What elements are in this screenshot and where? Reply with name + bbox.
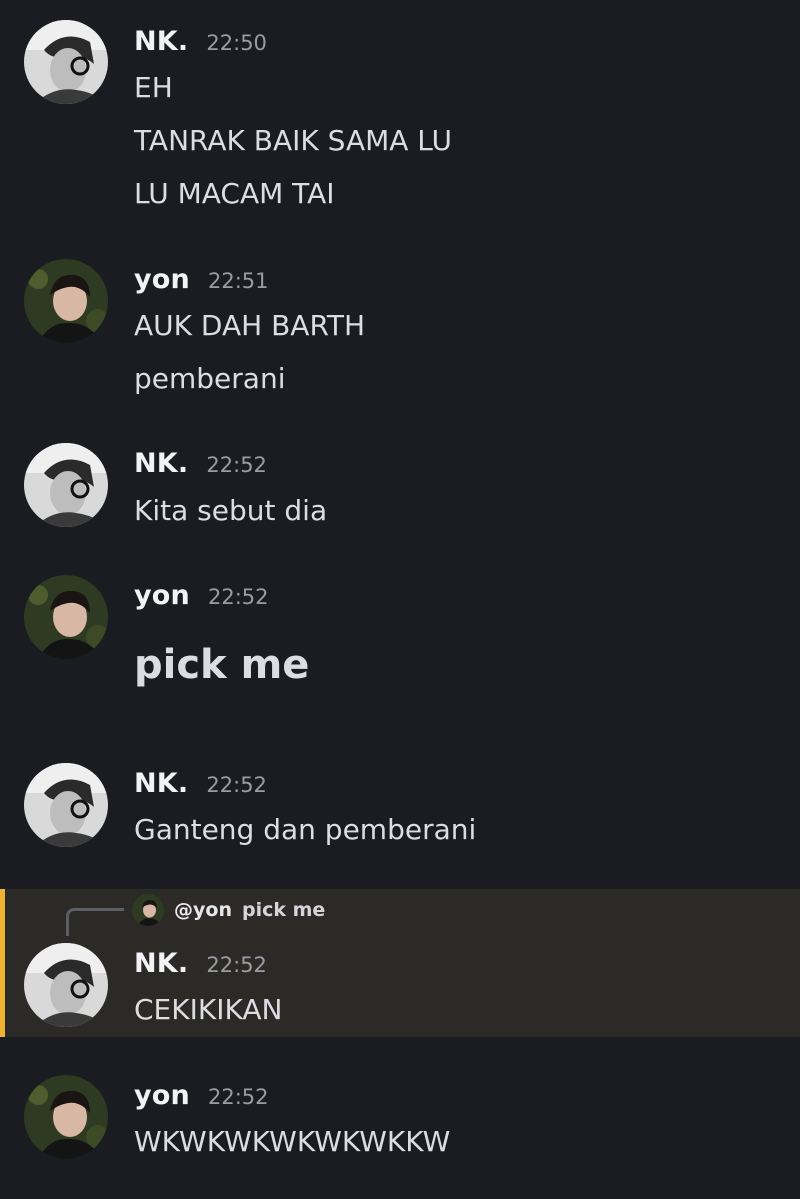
message-author[interactable]: yon bbox=[134, 580, 190, 611]
message-author[interactable]: NK. bbox=[134, 26, 188, 57]
yon-avatar-icon bbox=[132, 894, 164, 926]
mention-accent-bar bbox=[0, 889, 5, 1037]
yon-avatar-icon[interactable] bbox=[24, 1075, 108, 1159]
message-text-heading: pick me bbox=[134, 642, 310, 688]
message-timestamp: 22:52 bbox=[207, 585, 269, 609]
message-text: LU MACAM TAI bbox=[134, 177, 335, 210]
message-timestamp: 22:52 bbox=[206, 773, 267, 797]
yon-avatar-icon[interactable] bbox=[24, 259, 108, 343]
message-timestamp: 22:52 bbox=[207, 1085, 269, 1109]
nk-avatar-icon[interactable] bbox=[24, 20, 108, 104]
nk-avatar-icon[interactable] bbox=[24, 443, 108, 527]
message-text: WKWKWKWKWKWKKW bbox=[134, 1125, 451, 1158]
message-text: pemberani bbox=[134, 362, 286, 395]
message-text: AUK DAH BARTH bbox=[134, 309, 366, 342]
reply-connector-line bbox=[66, 908, 124, 936]
message-text: Ganteng dan pemberani bbox=[134, 813, 477, 846]
message-text: TANRAK BAIK SAMA LU bbox=[134, 124, 453, 157]
yon-avatar-icon[interactable] bbox=[24, 575, 108, 659]
message-timestamp: 22:52 bbox=[206, 953, 267, 977]
message-author[interactable]: yon bbox=[134, 264, 190, 295]
reply-author[interactable]: @yon bbox=[174, 899, 232, 921]
reply-preview-text[interactable]: pick me bbox=[242, 899, 325, 921]
nk-avatar-icon[interactable] bbox=[24, 763, 108, 847]
message-text: CEKIKIKAN bbox=[134, 993, 283, 1026]
reply-reference[interactable]: @yon pick me bbox=[132, 894, 325, 926]
message-timestamp: 22:51 bbox=[207, 269, 269, 293]
message-timestamp: 22:52 bbox=[206, 453, 267, 477]
message-author[interactable]: NK. bbox=[134, 768, 188, 799]
chat-log: NK. 22:50 EH TANRAK BAIK SAMA LU LU MACA… bbox=[0, 0, 800, 1199]
message-timestamp: 22:50 bbox=[206, 31, 267, 55]
message-text: Kita sebut dia bbox=[134, 494, 328, 527]
message-author[interactable]: NK. bbox=[134, 948, 188, 979]
message-author[interactable]: NK. bbox=[134, 448, 188, 479]
message-text: EH bbox=[134, 71, 173, 104]
message-author[interactable]: yon bbox=[134, 1080, 190, 1111]
nk-avatar-icon[interactable] bbox=[24, 943, 108, 1027]
